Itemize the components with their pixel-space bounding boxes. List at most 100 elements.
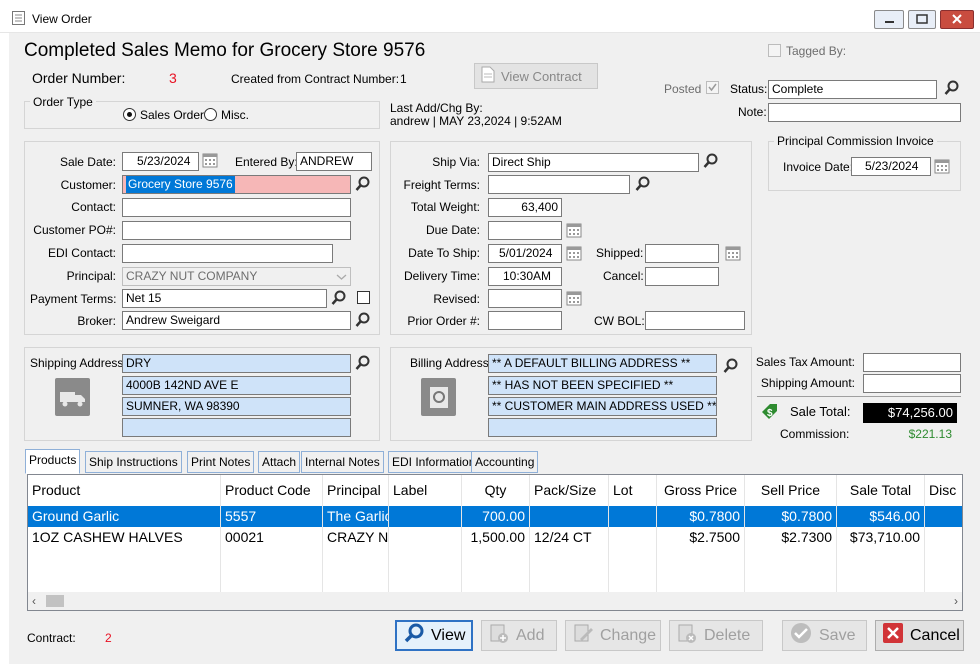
- sales-tax-field[interactable]: [863, 353, 961, 372]
- payment-terms-checkbox[interactable]: [357, 291, 370, 304]
- sale-date-field[interactable]: 5/23/2024: [122, 152, 199, 171]
- column-header-disc[interactable]: Disc: [925, 475, 962, 506]
- column-header-product-code[interactable]: Product Code: [221, 475, 323, 506]
- contact-field[interactable]: [122, 198, 351, 217]
- edi-contact-field[interactable]: [122, 244, 333, 263]
- column-header-gross-price[interactable]: Gross Price: [657, 475, 745, 506]
- table-row[interactable]: 1OZ CASHEW HALVES 00021 CRAZY NU 1,500.0…: [28, 527, 962, 548]
- billing-address-line-2[interactable]: ** HAS NOT BEEN SPECIFIED **: [488, 376, 717, 395]
- truck-icon[interactable]: [55, 378, 90, 416]
- ship-via-search-icon[interactable]: [702, 152, 720, 170]
- due-date-field[interactable]: [488, 221, 562, 240]
- column-header-qty[interactable]: Qty: [462, 475, 530, 506]
- due-date-calendar-icon[interactable]: [566, 222, 582, 238]
- shipping-address-line-4[interactable]: [122, 418, 351, 437]
- posted-label: Posted: [664, 82, 702, 96]
- note-field[interactable]: [768, 103, 961, 122]
- shipping-address-line-3[interactable]: SUMNER, WA 98390: [122, 397, 351, 416]
- tab-ship-instructions[interactable]: Ship Instructions: [85, 451, 182, 473]
- total-weight-field[interactable]: 63,400: [488, 198, 562, 217]
- column-header-lot[interactable]: Lot: [609, 475, 657, 506]
- cw-bol-field[interactable]: [645, 311, 745, 330]
- svg-text:$: $: [767, 408, 773, 419]
- customer-search-icon[interactable]: [354, 175, 372, 193]
- billing-address-line-4[interactable]: [488, 418, 717, 437]
- column-header-product[interactable]: Product: [28, 475, 221, 506]
- column-header-label[interactable]: Label: [389, 475, 462, 506]
- broker-field[interactable]: Andrew Sweigard: [122, 311, 351, 330]
- radio-misc[interactable]: [204, 108, 217, 121]
- tab-accounting[interactable]: Accounting: [471, 451, 539, 473]
- date-to-ship-field[interactable]: 5/01/2024: [488, 244, 562, 263]
- prior-order-field[interactable]: [488, 311, 562, 330]
- note-label: Note:: [738, 105, 767, 119]
- scroll-left-icon[interactable]: ‹: [32, 594, 36, 608]
- shipped-calendar-icon[interactable]: [725, 245, 741, 261]
- tab-print-notes[interactable]: Print Notes: [187, 451, 255, 473]
- shipping-amount-field[interactable]: [863, 374, 961, 393]
- cell-product-code: 00021: [221, 527, 323, 548]
- cell-pack-size: [530, 506, 609, 527]
- table-row[interactable]: Ground Garlic 5557 The Garlic 700.00 $0.…: [28, 506, 962, 527]
- customer-po-field[interactable]: [122, 221, 351, 240]
- invoice-calendar-icon[interactable]: [934, 158, 950, 174]
- radio-sales-order[interactable]: [123, 108, 136, 121]
- ship-via-field[interactable]: Direct Ship: [488, 153, 699, 172]
- column-header-sell-price[interactable]: Sell Price: [745, 475, 837, 506]
- shipping-address-search-icon[interactable]: [354, 354, 372, 372]
- sales-tax-label: Sales Tax Amount:: [755, 355, 855, 369]
- billing-address-search-icon[interactable]: [722, 357, 740, 375]
- radio-sales-order-label: Sales Order: [140, 108, 205, 122]
- principal-select[interactable]: CRAZY NUT COMPANY: [122, 267, 351, 286]
- revised-field[interactable]: [488, 289, 562, 308]
- date-to-ship-calendar-icon[interactable]: [566, 245, 582, 261]
- scrollbar-thumb[interactable]: [46, 595, 64, 607]
- cancel-date-field[interactable]: [645, 267, 719, 286]
- cancel-button[interactable]: Cancel: [875, 620, 964, 651]
- view-button-label: View: [431, 626, 466, 644]
- column-header-principal[interactable]: Principal: [323, 475, 389, 506]
- delivery-time-field[interactable]: 10:30AM: [488, 267, 562, 286]
- freight-terms-field[interactable]: [488, 175, 630, 194]
- invoice-date-field[interactable]: 5/23/2024: [851, 157, 931, 176]
- view-button[interactable]: View: [395, 620, 473, 651]
- broker-search-icon[interactable]: [354, 311, 372, 329]
- tab-internal-notes[interactable]: Internal Notes: [301, 451, 384, 473]
- billing-address-line-3[interactable]: ** CUSTOMER MAIN ADDRESS USED **: [488, 397, 717, 416]
- billing-address-line-1[interactable]: ** A DEFAULT BILLING ADDRESS **: [488, 354, 717, 373]
- sale-date-calendar-icon[interactable]: [202, 152, 218, 168]
- status-search-icon[interactable]: [943, 79, 961, 97]
- revised-calendar-icon[interactable]: [566, 290, 582, 306]
- horizontal-scrollbar[interactable]: ‹ ›: [28, 592, 962, 610]
- close-window-button[interactable]: [940, 10, 974, 29]
- column-header-sale-total[interactable]: Sale Total: [837, 475, 925, 506]
- entered-by-field[interactable]: ANDREW: [296, 152, 372, 171]
- column-header-pack-size[interactable]: Pack/Size: [530, 475, 609, 506]
- customer-field[interactable]: Grocery Store 9576: [122, 175, 351, 194]
- tagged-by-label: Tagged By:: [786, 44, 847, 58]
- payment-terms-search-icon[interactable]: [330, 289, 348, 307]
- shipping-address-line-2[interactable]: 4000B 142ND AVE E: [122, 376, 351, 395]
- tagged-checkbox[interactable]: [768, 44, 781, 57]
- shipping-address-line-1[interactable]: DRY: [122, 354, 351, 373]
- save-button[interactable]: Save: [782, 620, 867, 651]
- payment-terms-field[interactable]: Net 15: [122, 289, 327, 308]
- view-contract-button[interactable]: View Contract: [474, 63, 598, 89]
- cell-lot: [609, 527, 657, 548]
- scroll-right-icon[interactable]: ›: [954, 594, 958, 608]
- tab-attach[interactable]: Attach: [258, 451, 301, 473]
- tab-products[interactable]: Products: [25, 449, 81, 474]
- change-button-label: Change: [600, 626, 657, 644]
- tab-edi-information[interactable]: EDI Information: [388, 451, 480, 473]
- chevron-down-icon[interactable]: [333, 268, 350, 285]
- status-field[interactable]: Complete: [768, 80, 937, 99]
- add-button[interactable]: Add: [481, 620, 557, 651]
- shipped-field[interactable]: [645, 244, 719, 263]
- address-book-icon[interactable]: [421, 378, 456, 416]
- change-button[interactable]: Change: [565, 620, 661, 651]
- posted-checkbox[interactable]: [706, 81, 719, 94]
- minimize-button[interactable]: [874, 10, 904, 29]
- delete-button[interactable]: Delete: [669, 620, 763, 651]
- freight-terms-search-icon[interactable]: [634, 175, 652, 193]
- maximize-button[interactable]: [908, 10, 936, 29]
